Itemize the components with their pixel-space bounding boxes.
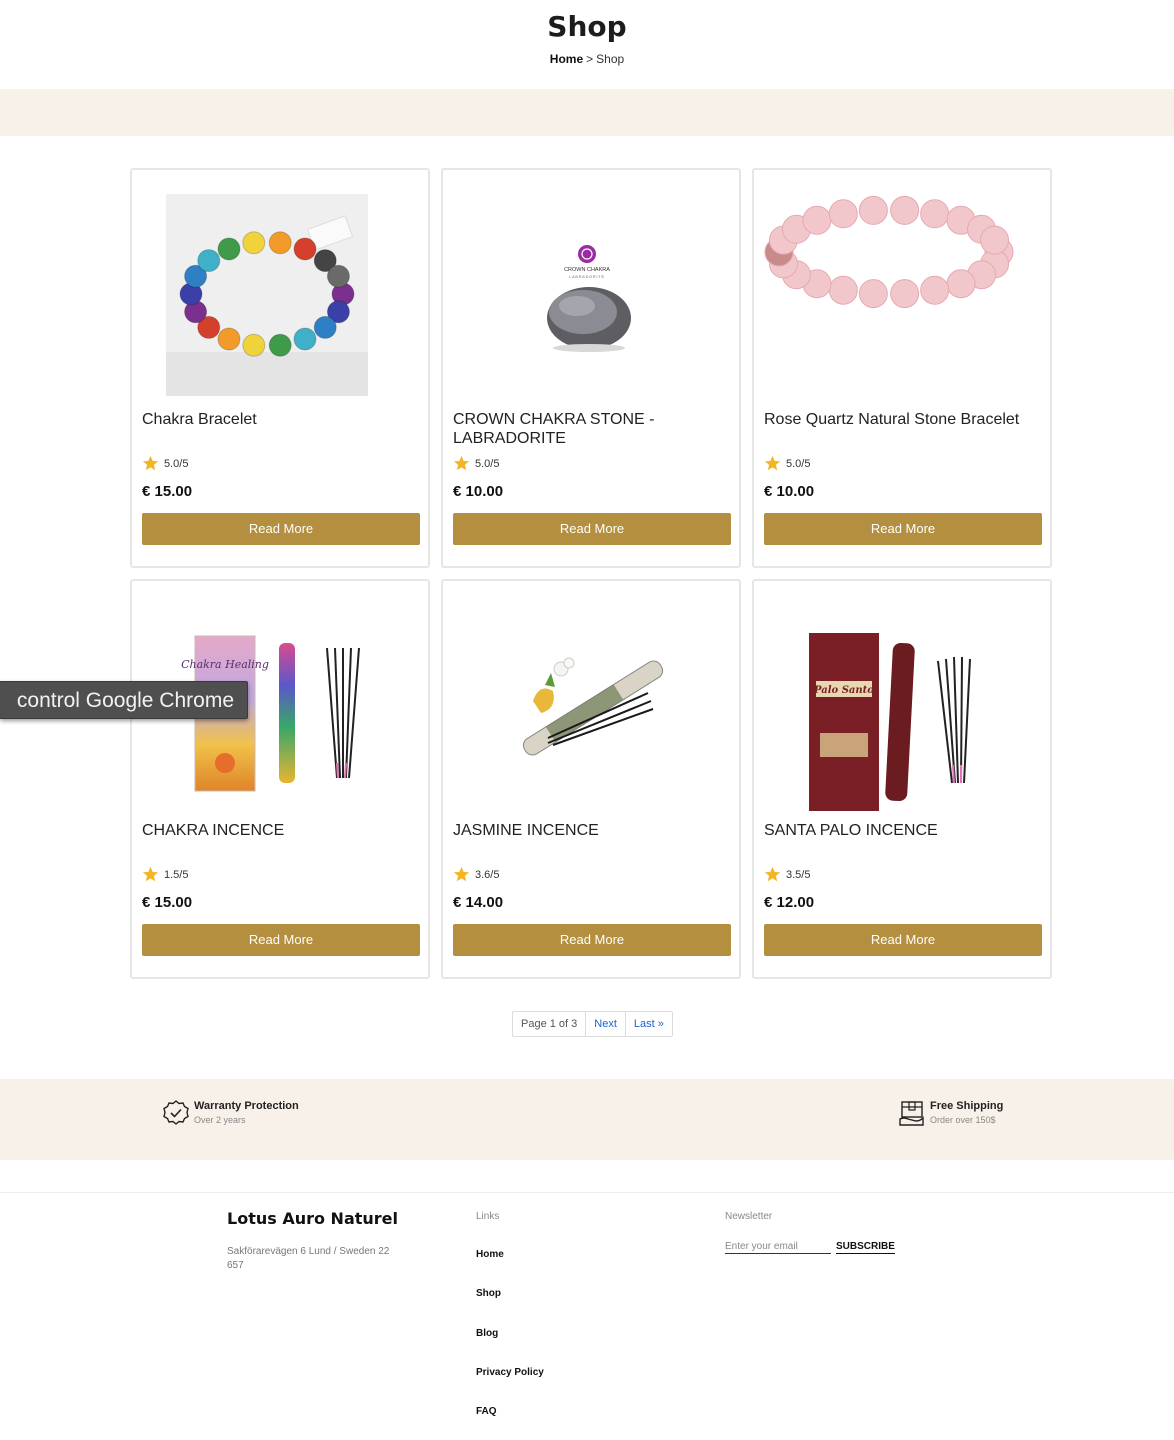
- product-card: Chakra Healing CHAKRA INCENCE 1.5/5 € 15…: [130, 579, 430, 979]
- palo-santo-incense-image[interactable]: Palo Santo: [764, 593, 1042, 815]
- subscribe-button[interactable]: SUBSCRIBE: [836, 1240, 895, 1254]
- read-more-button[interactable]: Read More: [764, 924, 1042, 956]
- rating-value: 1.5/5: [164, 868, 189, 881]
- image-sublabel: LABRADORITE: [569, 275, 605, 279]
- product-name[interactable]: CROWN CHAKRA STONE - LABRADORITE: [453, 410, 733, 448]
- star-icon: [764, 455, 781, 471]
- read-more-button[interactable]: Read More: [453, 513, 731, 545]
- star-icon: [142, 866, 159, 882]
- product-card: CROWN CHAKRA LABRADORITE CROWN CHAKRA ST…: [441, 168, 741, 568]
- rating-value: 3.6/5: [475, 868, 500, 881]
- read-more-button[interactable]: Read More: [142, 513, 420, 545]
- feature-title: Free Shipping: [930, 1100, 1004, 1112]
- feature-warranty: Warranty Protection Over 2 years: [162, 1099, 299, 1127]
- star-icon: [453, 866, 470, 882]
- product-card: Rose Quartz Natural Stone Bracelet 5.0/5…: [752, 168, 1052, 568]
- page-info: Page 1 of 3: [513, 1012, 587, 1036]
- product-name[interactable]: SANTA PALO INCENCE: [764, 821, 1044, 840]
- feature-subtitle: Over 2 years: [194, 1115, 246, 1125]
- product-name[interactable]: Rose Quartz Natural Stone Bracelet: [764, 410, 1044, 429]
- product-price: € 15.00: [142, 483, 193, 500]
- product-price: € 12.00: [764, 894, 815, 911]
- footer-link-shop[interactable]: Shop: [476, 1288, 544, 1327]
- newsletter-email-input[interactable]: [725, 1240, 831, 1254]
- page-header: Shop Home > Shop: [0, 0, 1174, 89]
- check-badge-icon: [163, 1100, 189, 1125]
- image-label: Palo Santo: [813, 685, 874, 696]
- rating-value: 5.0/5: [164, 457, 189, 470]
- rating-value: 5.0/5: [786, 457, 811, 470]
- product-name[interactable]: Chakra Bracelet: [142, 410, 422, 429]
- header-band: [0, 89, 1174, 136]
- chakra-bracelet-image[interactable]: [142, 182, 420, 404]
- next-page-link[interactable]: Next: [586, 1012, 626, 1036]
- breadcrumb: Home > Shop: [0, 52, 1174, 66]
- rating-value: 3.5/5: [786, 868, 811, 881]
- product-price: € 10.00: [764, 483, 815, 500]
- feature-title: Warranty Protection: [194, 1100, 299, 1112]
- product-card: Palo Santo SANTA PALO INCENCE 3.5/5 € 12…: [752, 579, 1052, 979]
- last-page-link[interactable]: Last »: [626, 1012, 672, 1036]
- jasmine-incense-image[interactable]: [453, 593, 731, 815]
- pagination: Page 1 of 3 Next Last »: [512, 1011, 673, 1037]
- footer-link-faq[interactable]: FAQ: [476, 1406, 544, 1440]
- labradorite-stone-image[interactable]: CROWN CHAKRA LABRADORITE: [453, 182, 731, 404]
- features-band: Warranty Protection Over 2 years Free Sh…: [0, 1079, 1174, 1160]
- product-price: € 14.00: [453, 894, 504, 911]
- footer-link-blog[interactable]: Blog: [476, 1328, 544, 1367]
- star-icon: [453, 455, 470, 471]
- footer-address: Sakförarevägen 6 Lund / Sweden 22 657: [227, 1246, 390, 1271]
- footer-links-title: Links: [476, 1211, 500, 1222]
- footer-brand: Lotus Auro Naturel: [227, 1209, 398, 1228]
- shipping-box-icon: [899, 1101, 924, 1126]
- image-label: CROWN CHAKRA: [564, 267, 610, 273]
- product-price: € 10.00: [453, 483, 504, 500]
- star-icon: [142, 455, 159, 471]
- page-title: Shop: [547, 10, 627, 43]
- breadcrumb-separator: >: [586, 52, 594, 66]
- product-price: € 15.00: [142, 894, 193, 911]
- product-name[interactable]: CHAKRA INCENCE: [142, 821, 422, 840]
- breadcrumb-home-link[interactable]: Home: [550, 52, 583, 66]
- footer-link-home[interactable]: Home: [476, 1249, 544, 1288]
- chrome-automation-tooltip: control Google Chrome: [0, 681, 248, 719]
- product-rating: 5.0/5: [764, 455, 810, 472]
- footer-link-privacy-policy[interactable]: Privacy Policy: [476, 1367, 544, 1406]
- rating-value: 5.0/5: [475, 457, 500, 470]
- footer-divider: [0, 1192, 1174, 1193]
- breadcrumb-current: Shop: [596, 52, 625, 66]
- newsletter-title: Newsletter: [725, 1211, 773, 1222]
- feature-shipping: Free Shipping Order over 150$: [898, 1099, 1003, 1127]
- feature-subtitle: Order over 150$: [930, 1115, 996, 1125]
- product-name[interactable]: JASMINE INCENCE: [453, 821, 733, 840]
- tooltip-text: control Google Chrome: [16, 689, 234, 712]
- read-more-button[interactable]: Read More: [142, 924, 420, 956]
- product-card: Chakra Bracelet 5.0/5 € 15.00 Read More: [130, 168, 430, 568]
- product-rating: 1.5/5: [142, 866, 188, 883]
- read-more-button[interactable]: Read More: [764, 513, 1042, 545]
- product-rating: 5.0/5: [142, 455, 188, 472]
- product-card: JASMINE INCENCE 3.6/5 € 14.00 Read More: [441, 579, 741, 979]
- product-rating: 3.5/5: [764, 866, 810, 883]
- product-rating: 5.0/5: [453, 455, 499, 472]
- product-rating: 3.6/5: [453, 866, 499, 883]
- star-icon: [764, 866, 781, 882]
- read-more-button[interactable]: Read More: [453, 924, 731, 956]
- image-label: Chakra Healing: [181, 658, 269, 671]
- rose-quartz-bracelet-image[interactable]: [764, 182, 1042, 404]
- footer-links: Home Shop Blog Privacy Policy FAQ: [476, 1249, 544, 1440]
